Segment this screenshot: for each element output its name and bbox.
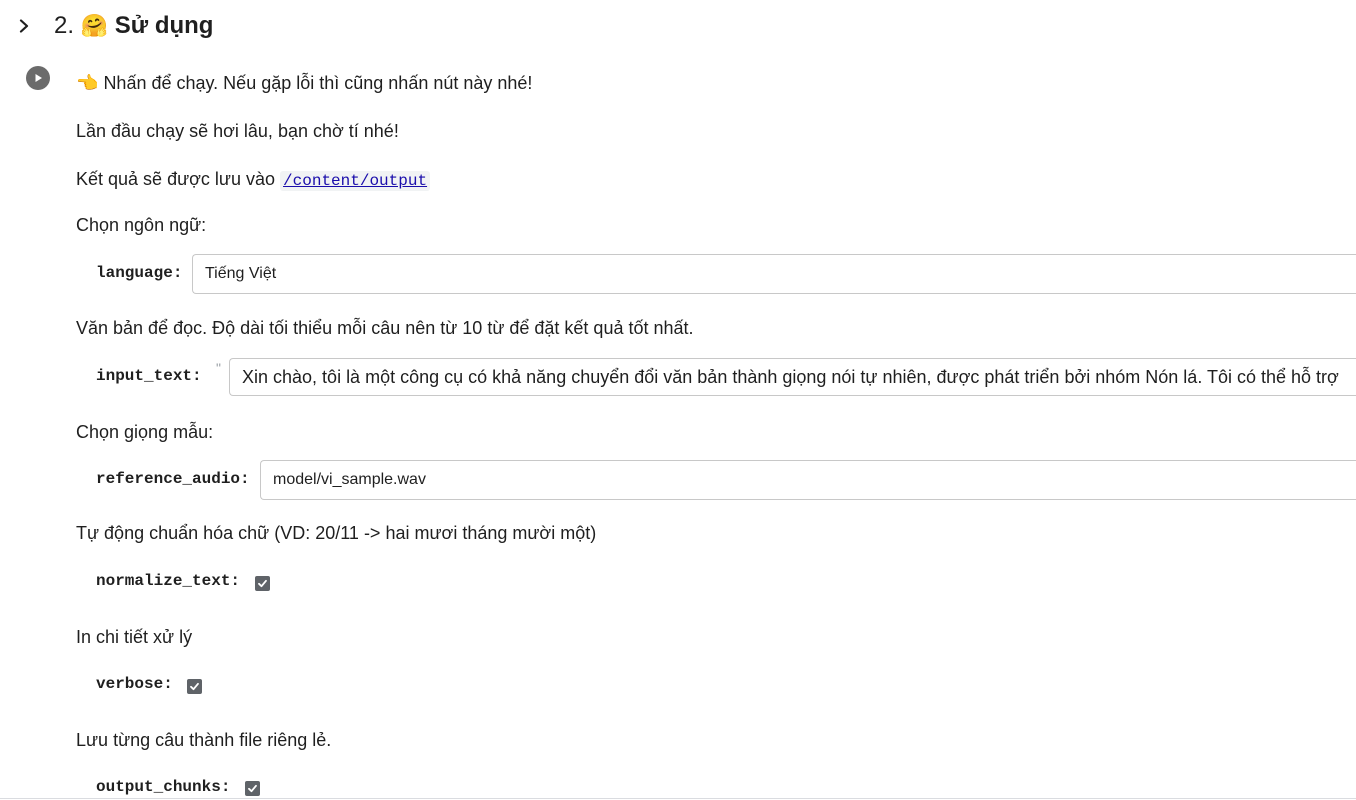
- normalize-text-checkbox[interactable]: [255, 576, 270, 591]
- chevron-right-icon: [19, 19, 29, 33]
- output-chunks-checkbox[interactable]: [245, 781, 260, 796]
- play-icon: [35, 74, 42, 82]
- language-description: Chọn ngôn ngữ:: [76, 215, 207, 235]
- check-icon: [248, 784, 257, 793]
- input-text-label: input_text:: [96, 367, 202, 385]
- first-run-note: Lần đầu chạy sẽ hơi lâu, bạn chờ tí nhé!: [76, 121, 399, 141]
- output-chunks-description: Lưu từng câu thành file riêng lẻ.: [76, 730, 332, 750]
- verbose-checkbox[interactable]: [187, 679, 202, 694]
- section-number: 2.: [54, 12, 75, 39]
- reference-audio-input[interactable]: model/vi_sample.wav: [260, 460, 1356, 500]
- section-title: 2. 🤗 Sử dụng: [54, 10, 213, 42]
- run-hint-text: Nhấn để chạy. Nếu gặp lỗi thì cũng nhấn …: [103, 73, 533, 93]
- verbose-label: verbose:: [96, 675, 173, 693]
- hugging-face-emoji-icon: 🤗: [80, 13, 109, 38]
- section-collapse-toggle[interactable]: [12, 12, 36, 40]
- check-icon: [190, 682, 199, 691]
- output-note: Kết quả sẽ được lưu vào /content/output: [76, 167, 431, 193]
- string-quote-mark: ": [216, 360, 221, 376]
- language-label: language:: [96, 264, 183, 282]
- input-text-description: Văn bản để đọc. Độ dài tối thiểu mỗi câu…: [76, 318, 694, 338]
- output-note-text: Kết quả sẽ được lưu vào: [76, 169, 276, 189]
- output-chunks-label: output_chunks:: [96, 778, 231, 796]
- reference-audio-label: reference_audio:: [96, 470, 250, 488]
- normalize-text-label: normalize_text:: [96, 572, 241, 590]
- input-text-field[interactable]: Xin chào, tôi là một công cụ có khả năng…: [229, 358, 1356, 396]
- output-path-link[interactable]: /content/output: [280, 171, 431, 191]
- pointing-hand-icon: 👈: [76, 73, 99, 93]
- run-hint: 👈 Nhấn để chạy. Nếu gặp lỗi thì cũng nhấ…: [76, 71, 532, 95]
- check-icon: [258, 579, 267, 588]
- normalize-text-description: Tự động chuẩn hóa chữ (VD: 20/11 -> hai …: [76, 523, 597, 543]
- cell-bottom-divider: [0, 798, 1356, 799]
- verbose-description: In chi tiết xử lý: [76, 627, 193, 647]
- reference-audio-description: Chọn giọng mẫu:: [76, 422, 214, 442]
- run-cell-button[interactable]: [26, 66, 50, 90]
- section-name: Sử dụng: [114, 12, 214, 39]
- language-input[interactable]: Tiếng Việt: [192, 254, 1356, 294]
